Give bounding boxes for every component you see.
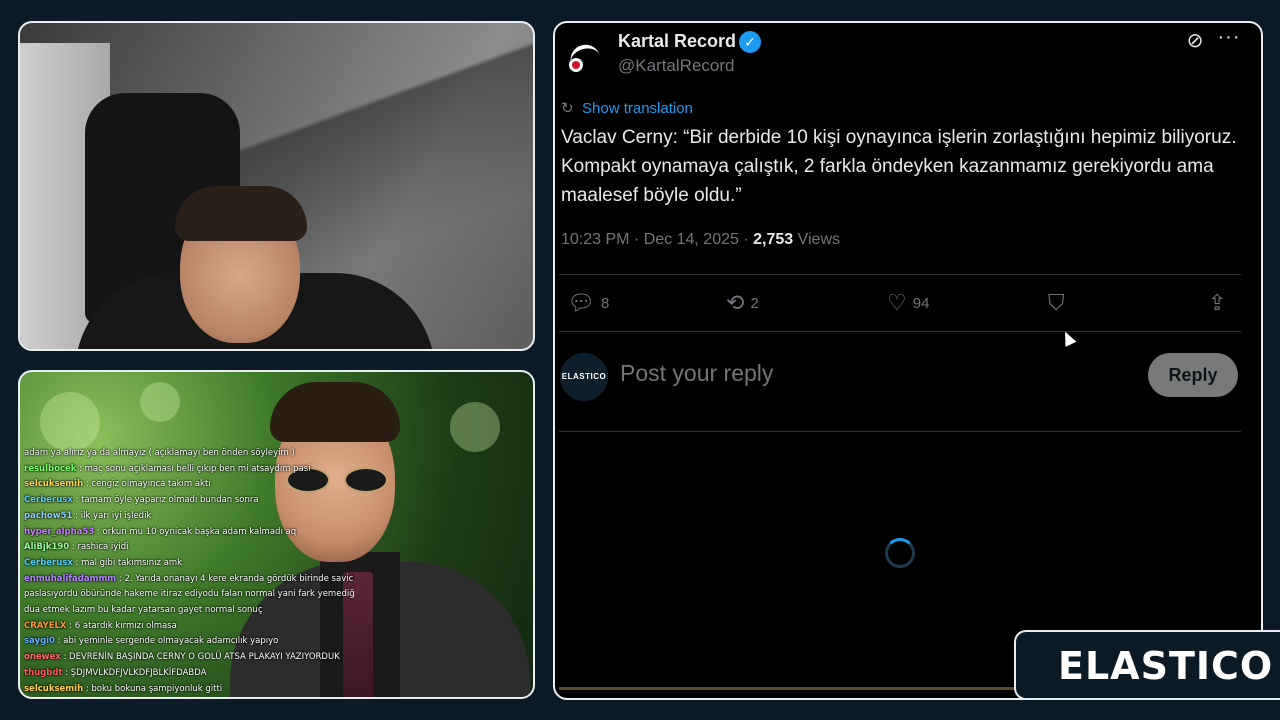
share-action[interactable]: ⇪ [1208,289,1232,317]
author-name[interactable]: Kartal Record [618,31,736,52]
chat-username[interactable]: Cerberusx [24,495,73,505]
chat-message: resulbocek : maç sonu açıklaması belli ç… [24,462,354,478]
bokeh [450,402,500,452]
webcam-panel [18,21,535,351]
verified-badge-icon: ✓ [739,31,761,53]
chat-message: Cerberusx : tamam öyle yaparız olmadı bu… [24,493,354,509]
chat-message: AliBjk190 : rashica iyidi [24,540,354,556]
bookmark-icon: ⛉ [1048,290,1065,315]
retweet-icon: ⟲ [726,290,745,315]
reply-avatar[interactable]: ELASTICO [560,353,608,401]
reply-count: 8 [600,294,610,312]
reply-action[interactable]: 💬︎ 8 [567,289,609,317]
chat-message: selcuksemih : boku bokuna şampiyonluk gi… [24,682,354,697]
channel-logo: ELASTICO [1014,630,1280,700]
chat-message: dua etmek lazım bu kadar yatarsan gayet … [24,603,354,619]
heart-icon: ♡ [887,290,907,315]
chat-username[interactable]: Cerberusx [24,558,73,568]
chat-username[interactable]: saygi0 [24,636,55,646]
chat-message: adam ya alırız ya da almayız ( açıklamay… [24,446,354,462]
bokeh [140,382,180,422]
chat-username[interactable]: AliBjk190 [24,542,69,552]
divider [559,274,1241,275]
grok-icon[interactable]: ⊘ [1183,29,1207,53]
chat-message: CRAYELX : 6 atardık kırmızı olmasa [24,619,354,635]
chat-log: adam ya alırız ya da almayız ( açıklamay… [24,446,354,697]
translate-icon: ↻ [561,100,574,117]
chat-text: : maç sonu açıklaması belli çıkıp ben mi… [76,463,311,474]
chat-username[interactable]: selcuksemih [24,684,83,694]
views-label: Views [793,231,840,248]
like-action[interactable]: ♡ 94 [887,289,929,317]
show-translation-link[interactable]: ↻ Show translation [561,99,693,117]
chat-message: pachow51 : ilk yarı iyi işledik [24,509,354,525]
chat-text: : tamam öyle yaparız olmadı bundan sonra [72,495,259,506]
chat-message: hyper_alpha53 : orkun mu 10 oynicak başk… [24,525,354,541]
reply-icon: 💬︎ [567,290,595,315]
chat-username[interactable]: pachow51 [24,511,72,521]
chat-text: : orkun mu 10 oynicak başka adam kalmadı… [94,526,297,537]
chat-text: : ilk yarı iyi işledik [72,510,152,521]
share-icon: ⇪ [1208,290,1227,315]
chat-text: : rashica iyidi [69,542,129,553]
chat-username[interactable]: hyper_alpha53 [24,527,94,537]
streamer-hair [175,186,307,241]
chat-text: : mal gibi takımsınız amk [72,557,183,568]
chat-username[interactable]: resulbocek [24,464,76,474]
divider [559,331,1241,332]
reply-button[interactable]: Reply [1148,353,1238,397]
chat-text: : cengiz olmayınca takım aktı [83,479,211,490]
chat-username[interactable]: thugbdt [24,668,62,678]
more-icon[interactable]: ··· [1215,27,1243,51]
tweet-time[interactable]: 10:23 PM · Dec 14, 2025 · [561,231,753,248]
reply-input[interactable] [620,360,1120,387]
chat-username[interactable]: enmuhalifadammm [24,574,116,584]
chat-text: : boku bokuna şampiyonluk gitti [83,683,223,694]
chat-text: adam ya alırız ya da almayız ( açıklamay… [24,448,295,458]
tweet-card: Kartal Record ✓ @KartalRecord ⊘ ··· ↻ Sho… [553,21,1263,700]
chat-message: saygi0 : abi yeminle sergende olmayacak … [24,634,354,650]
like-count: 94 [912,294,930,312]
chat-username[interactable]: CRAYELX [24,621,66,631]
chat-overlay-panel: adam ya alırız ya da almayız ( açıklamay… [18,370,535,699]
loading-spinner-icon [885,538,915,568]
author-avatar[interactable] [563,35,605,77]
views-count: 2,753 [753,231,794,248]
chat-message: enmuhalifadammm : 2. Yarıda onanayı 4 ke… [24,572,354,588]
chat-message: onewex : DEVRENİN BAŞINDA CERNY O GOLÜ A… [24,650,354,666]
bookmark-action[interactable]: ⛉ [1048,289,1071,317]
chat-message: selcuksemih : cengiz olmayınca takım akt… [24,477,354,493]
tweet-text: Vaclav Cerny: “Bir derbide 10 kişi oynay… [561,127,1237,206]
chat-message: Cerberusx : mal gibi takımsınız amk [24,556,354,572]
retweet-count: 2 [750,294,759,312]
divider [559,431,1241,432]
chat-text: : abi yeminle sergende olmayacak adamcıl… [55,636,279,647]
chat-text: : 6 atardık kırmızı olmasa [66,620,177,631]
chat-text: : DEVRENİN BAŞINDA CERNY O GOLÜ ATSA PLA… [60,652,340,663]
retweet-action[interactable]: ⟲ 2 [726,289,759,317]
chat-text: dua etmek lazım bu kadar yatarsan gayet … [24,605,263,616]
chat-username[interactable]: selcuksemih [24,479,83,489]
chat-text: : 2. Yarıda onanayı 4 kere ekranda gördü… [116,573,354,584]
tweet-meta: 10:23 PM · Dec 14, 2025 · 2,753 Views [561,231,840,249]
logo-text: ELASTICO [1058,644,1274,688]
chat-username[interactable]: onewex [24,652,61,662]
chat-text: paslasıyordu öbüründe hakeme itiraz ediy… [24,589,354,600]
show-translation-label: Show translation [582,100,693,117]
chat-message: paslasıyordu öbüründe hakeme itiraz ediy… [24,587,354,603]
photo-hair [270,382,400,442]
author-handle[interactable]: @KartalRecord [618,56,734,76]
chat-message: thugbdt : ŞDJMVLKDFJVLKDFJBLKİFDABDA [24,666,354,682]
bokeh [40,392,100,452]
logo-dot [569,58,583,72]
chat-text: : ŞDJMVLKDFJVLKDFJBLKİFDABDA [62,667,207,678]
